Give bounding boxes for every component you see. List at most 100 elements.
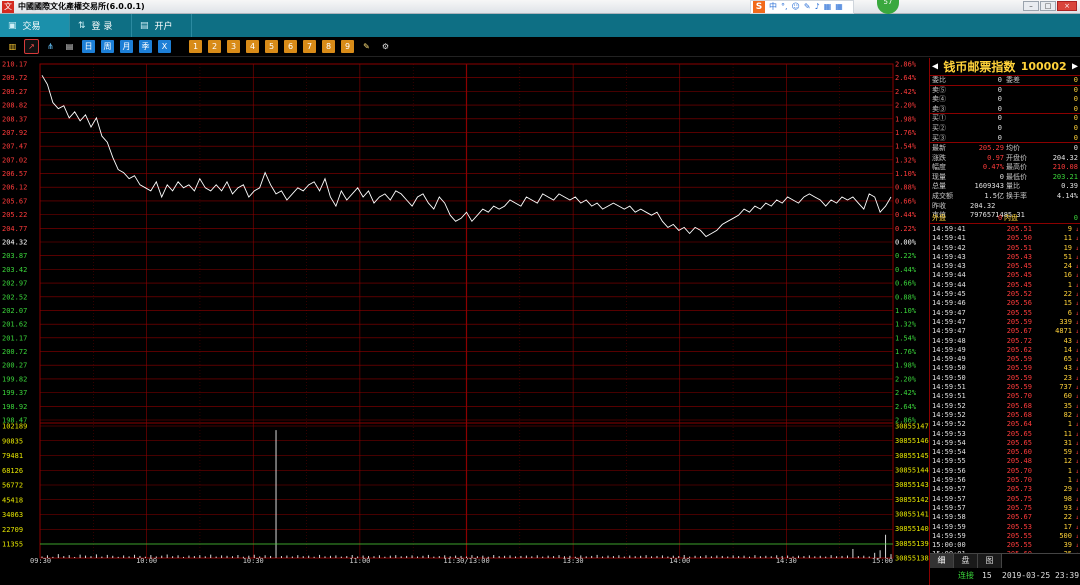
quote-label: 最新 — [932, 144, 946, 152]
tick-price: 205.59 — [1006, 317, 1032, 326]
volume-tick-label: 102189 — [2, 423, 27, 431]
ime-item[interactable]: 中 — [769, 1, 777, 13]
tab-trade[interactable]: ▣ 交易 — [0, 14, 70, 37]
tick-volume: 24 — [1063, 262, 1072, 271]
order-value: 0 — [1073, 104, 1078, 113]
period-week-button[interactable]: 周 — [101, 40, 114, 53]
minute-period-button[interactable]: 3 — [227, 40, 240, 53]
tick-price: 205.53 — [1006, 522, 1032, 531]
order-row: 买① 0 0 — [930, 114, 1080, 124]
tick-time: 14:59:54 — [932, 448, 966, 457]
tick-time: 14:59:57 — [932, 485, 966, 494]
tick-list[interactable]: 14:59:41 205.51 9 ↓ 14:59:41 205.50 11 ↓ 14:59:4… — [930, 225, 1080, 553]
chart-toolbar: ▥ ↗ ⋔ ▤ 日 周 月 季 X 1 2 3 4 5 6 7 8 9 ✎ ⚙ — [0, 37, 1080, 57]
list-icon[interactable]: ▤ — [63, 40, 76, 53]
maximize-icon[interactable]: □ — [1040, 1, 1056, 11]
minute-period-button[interactable]: 2 — [208, 40, 221, 53]
order-label: 买① — [932, 114, 946, 123]
next-instrument-icon[interactable]: ▶ — [1072, 61, 1078, 72]
tick-price: 205.50 — [1006, 234, 1032, 243]
quote-label: 昨收 — [932, 201, 946, 210]
ime-toolbar[interactable]: S 中 °, ☺ ✎ ♪ ▦ ▦ — [750, 0, 854, 14]
volume-tick-label: 68126 — [2, 467, 23, 475]
period-day-button[interactable]: 日 — [82, 40, 95, 53]
tick-price: 205.55 — [1006, 308, 1032, 317]
price-tick-label: 198.92 — [2, 403, 27, 411]
price-tick-label: 202.97 — [2, 280, 27, 288]
time-tick-label: 11:00 — [349, 557, 370, 565]
close-icon[interactable]: × — [1057, 1, 1077, 11]
tick-volume: 65 — [1063, 355, 1072, 364]
prev-instrument-icon[interactable]: ◀ — [932, 61, 938, 72]
inner-label: 内盘 — [1004, 214, 1018, 222]
tick-volume: 59 — [1063, 448, 1072, 457]
ticks-icon[interactable]: ⋔ — [44, 40, 57, 53]
ime-item[interactable]: ▦ — [835, 1, 843, 13]
minute-period-button[interactable]: 1 — [189, 40, 202, 53]
percent-tick-label: 2.20% — [895, 375, 917, 383]
minute-period-button[interactable]: 4 — [246, 40, 259, 53]
price-tick-label: 206.12 — [2, 184, 27, 192]
tick-direction-icon: ↓ — [1075, 235, 1079, 243]
minute-period-button[interactable]: 8 — [322, 40, 335, 53]
outer-label: 外盘 — [932, 214, 946, 222]
percent-tick-label: 1.32% — [895, 321, 917, 329]
percent-tick-label: 0.88% — [895, 293, 917, 301]
ime-item[interactable]: ☺ — [792, 1, 800, 13]
tab-detail[interactable]: 细 — [930, 554, 954, 568]
tick-time: 14:59:57 — [932, 503, 966, 512]
ime-item[interactable]: ▦ — [824, 1, 832, 13]
floating-ball-badge[interactable]: 57 — [877, 0, 899, 14]
tick-row: 14:59:49 205.62 14 ↓ — [930, 346, 1080, 355]
edit-icon[interactable]: ✎ — [360, 40, 373, 53]
ime-item[interactable]: °, — [781, 1, 788, 13]
percent-tick-label: 1.54% — [895, 334, 917, 342]
period-month-button[interactable]: 月 — [120, 40, 133, 53]
minimize-icon[interactable]: – — [1023, 1, 1039, 11]
ime-item[interactable]: ♪ — [815, 1, 820, 13]
sogou-logo-icon[interactable]: S — [753, 1, 765, 13]
bar-chart-icon[interactable]: ▥ — [6, 40, 19, 53]
tab-open-account[interactable]: ▤ 开户 — [132, 14, 192, 37]
tick-time: 14:59:47 — [932, 317, 966, 326]
tick-row: 14:59:43 205.45 24 ↓ — [930, 262, 1080, 271]
volume-tick-label: 34063 — [2, 511, 23, 519]
tick-volume: 500 — [1059, 531, 1072, 540]
gear-icon[interactable]: ⚙ — [379, 40, 392, 53]
tick-time: 14:59:54 — [932, 438, 966, 447]
minute-period-button[interactable]: 5 — [265, 40, 278, 53]
volume-right-tick-label: 30855145 — [895, 452, 929, 460]
ime-item[interactable]: ✎ — [804, 1, 811, 13]
chart-canvas[interactable]: 210.17 2.86% 209.72 2.64% 209.27 2.42% 208.82 2… — [0, 58, 930, 585]
tab-board[interactable]: 盘 — [954, 554, 978, 568]
tick-volume: 11 — [1063, 234, 1072, 243]
minute-period-button[interactable]: 7 — [303, 40, 316, 53]
intraday-chart[interactable]: 210.17 2.86% 209.72 2.64% 209.27 2.42% 208.82 2… — [0, 58, 930, 585]
percent-tick-label: 1.98% — [895, 362, 917, 370]
quote-label: 幅度 — [932, 163, 946, 172]
time-tick-label: 15:00 — [872, 557, 893, 565]
tick-row: 14:59:46 205.56 15 ↓ — [930, 299, 1080, 308]
time-tick-label: 10:30 — [243, 557, 264, 565]
minute-period-button[interactable]: 9 — [341, 40, 354, 53]
period-custom-button[interactable]: X — [158, 40, 171, 53]
price-tick-label: 202.07 — [2, 307, 27, 315]
line-chart-icon[interactable]: ↗ — [24, 39, 39, 54]
order-volume: 0 — [997, 114, 1002, 123]
order-value: 0 — [1073, 85, 1078, 94]
tab-login[interactable]: ⇅ 登 录 — [70, 14, 132, 37]
minute-period-button[interactable]: 6 — [284, 40, 297, 53]
tick-direction-icon: ↓ — [1075, 253, 1079, 261]
order-row: 买③ 0 0 — [930, 134, 1080, 144]
tick-direction-icon: ↓ — [1075, 291, 1079, 299]
tick-volume: 1 — [1067, 466, 1072, 475]
tick-price: 205.51 — [1006, 225, 1032, 233]
tick-price: 205.48 — [1006, 457, 1032, 466]
tick-time: 14:59:43 — [932, 262, 966, 271]
period-quarter-button[interactable]: 季 — [139, 40, 152, 53]
time-tick-label: 10:00 — [136, 557, 157, 565]
price-tick-label: 208.37 — [2, 115, 27, 123]
tab-chart[interactable]: 图 — [978, 554, 1002, 568]
app-logo-icon: 文 — [2, 1, 14, 13]
tick-time: 14:59:47 — [932, 327, 966, 336]
